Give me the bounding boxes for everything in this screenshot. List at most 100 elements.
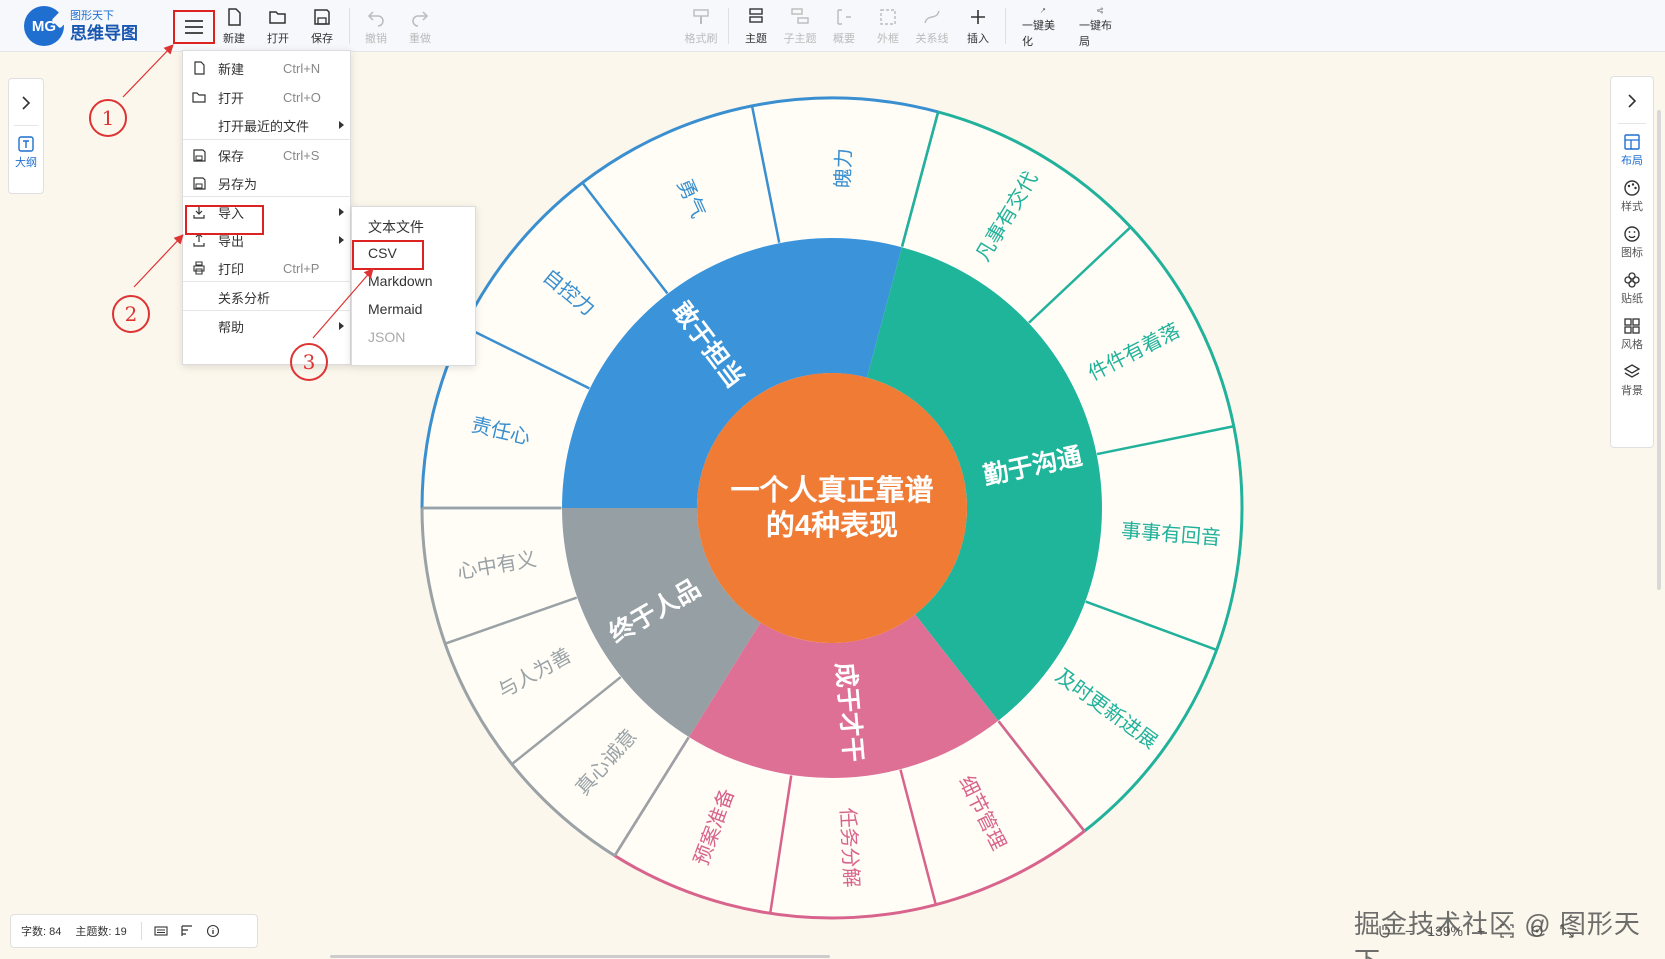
gray-leaf-label[interactable]: 与人为善 (494, 644, 575, 703)
pink-leaf-label[interactable]: 任务分解 (836, 807, 863, 888)
export-icon (193, 233, 205, 247)
leaf-divider (1096, 425, 1235, 456)
topic-icon (749, 8, 763, 23)
topic-count: 主题数: 19 (75, 926, 127, 938)
file-menu-item[interactable]: 帮助 (183, 311, 352, 341)
center-topic[interactable] (697, 373, 967, 643)
branch-pink-label[interactable]: 成于才干 (831, 661, 868, 763)
file-menu-item[interactable]: 打印 Ctrl+P (183, 253, 352, 283)
print-icon (193, 261, 205, 275)
center-topic-line1: 一个人真正靠谱 (730, 473, 933, 507)
file-menu-item[interactable]: 另存为 (183, 168, 352, 198)
undo-label: 撤销 (365, 33, 387, 45)
folder-icon (192, 92, 206, 103)
pink-leaf-label[interactable]: 细节管理 (954, 772, 1010, 854)
auto-layout-button[interactable]: 一键布局 (1079, 7, 1121, 49)
boundary-button[interactable]: 外框 (867, 7, 909, 49)
file-menu-item[interactable]: 打开 Ctrl+O (183, 82, 352, 112)
leaf-divider (581, 181, 669, 295)
topic-button[interactable]: 主题 (735, 7, 777, 49)
blue-leaf-label[interactable]: 责任心 (469, 413, 533, 449)
blue-leaf-label[interactable]: 自控力 (538, 265, 599, 321)
branch-pink-sector[interactable] (688, 614, 999, 778)
summary-button[interactable]: 概要 (823, 7, 865, 49)
branch-gray-label[interactable]: 终于人品 (604, 573, 705, 648)
gray-leaf-label[interactable]: 心中有义 (456, 548, 539, 584)
layout-icon (1097, 7, 1103, 14)
pink-leaf-label[interactable]: 预案准备 (690, 785, 739, 868)
branch-blue-sector[interactable] (562, 237, 902, 508)
file-menu-item-label: 关系分析 (218, 290, 271, 306)
annotation-step-3: 3 (290, 343, 328, 381)
left-panel: 大纲 (8, 78, 44, 194)
theme-panel-label: 风格 (1621, 339, 1643, 351)
menu-separator (183, 196, 352, 197)
leaf-divider (613, 736, 690, 857)
pink-leaf-arc (613, 829, 1086, 920)
undo-button[interactable]: 撤销 (355, 7, 397, 49)
green-leaf-label[interactable]: 事事有回音 (1120, 519, 1221, 550)
right-panel: 布局 样式 图标 贴纸 风格 背景 (1610, 76, 1654, 448)
expand-right-button[interactable] (1611, 91, 1653, 111)
smiley-icon (1624, 226, 1640, 242)
import-mermaid[interactable]: Mermaid (368, 301, 422, 317)
horizontal-scrollbar[interactable] (330, 955, 830, 958)
file-menu-item[interactable]: 关系分析 (183, 282, 352, 312)
green-leaf-label[interactable]: 凡事有交代 (971, 168, 1042, 266)
import-json[interactable]: JSON (368, 329, 405, 345)
leaf-divider (1027, 226, 1132, 324)
redo-button[interactable]: 重做 (399, 7, 441, 49)
boundary-icon (880, 9, 896, 25)
save-as-icon (193, 177, 206, 190)
save-icon (193, 149, 206, 162)
file-menu-item[interactable]: 保存 Ctrl+S (183, 140, 352, 170)
blue-leaf-label[interactable]: 魄力 (831, 148, 855, 189)
leaf-divider (900, 111, 940, 248)
auto-layout-label: 一键布局 (1079, 20, 1112, 48)
summary-label: 概要 (833, 33, 855, 45)
background-panel-label: 背景 (1621, 385, 1643, 397)
green-leaf-label[interactable]: 及时更新进展 (1051, 664, 1161, 753)
outline-button[interactable]: 大纲 (9, 134, 43, 170)
blue-leaf-label[interactable]: 勇气 (672, 176, 709, 222)
branch-green-sector[interactable] (866, 247, 1102, 721)
new-label: 新建 (223, 33, 245, 45)
style-panel-button[interactable]: 样式 (1611, 178, 1653, 214)
branch-green-label[interactable]: 勤于沟通 (981, 441, 1085, 490)
file-menu-item-label: 打印 (218, 261, 245, 277)
import-markdown[interactable]: Markdown (368, 273, 433, 289)
import-highlight-box (185, 205, 264, 235)
green-leaf-label[interactable]: 件件有着落 (1084, 319, 1183, 385)
format-painter-button[interactable]: 格式刷 (680, 7, 722, 49)
file-menu-item[interactable]: 打开最近的文件 (183, 110, 352, 140)
sticker-panel-button[interactable]: 贴纸 (1611, 270, 1653, 306)
menu-separator (183, 310, 352, 311)
beautify-button[interactable]: 一键美化 (1022, 7, 1064, 49)
file-menu-item-label: 保存 (218, 148, 245, 164)
info-icon[interactable] (206, 924, 220, 938)
import-text-file[interactable]: 文本文件 (368, 217, 424, 237)
theme-panel-button[interactable]: 风格 (1611, 316, 1653, 352)
main-menu-button[interactable] (173, 10, 215, 44)
structure-icon[interactable] (180, 924, 194, 938)
branch-blue-label[interactable]: 敢于担当 (667, 297, 750, 394)
keyboard-icon[interactable] (154, 924, 168, 938)
expand-left-button[interactable] (9, 93, 43, 113)
layout-panel-button[interactable]: 布局 (1611, 132, 1653, 168)
subtopic-button[interactable]: 子主题 (779, 7, 821, 49)
relation-button[interactable]: 关系线 (911, 7, 953, 49)
branch-gray-sector[interactable] (562, 508, 761, 737)
open-button[interactable]: 打开 (257, 7, 299, 49)
background-panel-button[interactable]: 背景 (1611, 362, 1653, 398)
icon-panel-button[interactable]: 图标 (1611, 224, 1653, 260)
file-menu-item[interactable]: 新建 Ctrl+N (183, 53, 352, 83)
new-button[interactable]: 新建 (213, 7, 255, 49)
leaf-divider (613, 736, 690, 857)
subtopic-icon (791, 8, 809, 24)
leaf-divider (997, 719, 1086, 832)
vertical-scrollbar[interactable] (1657, 110, 1661, 590)
watermark: 掘金技术社区 @ 图形天下 (1354, 909, 1641, 959)
gray-leaf-label[interactable]: 真心诚意 (571, 725, 641, 800)
save-button[interactable]: 保存 (301, 7, 343, 49)
insert-button[interactable]: 插入 (957, 7, 999, 49)
